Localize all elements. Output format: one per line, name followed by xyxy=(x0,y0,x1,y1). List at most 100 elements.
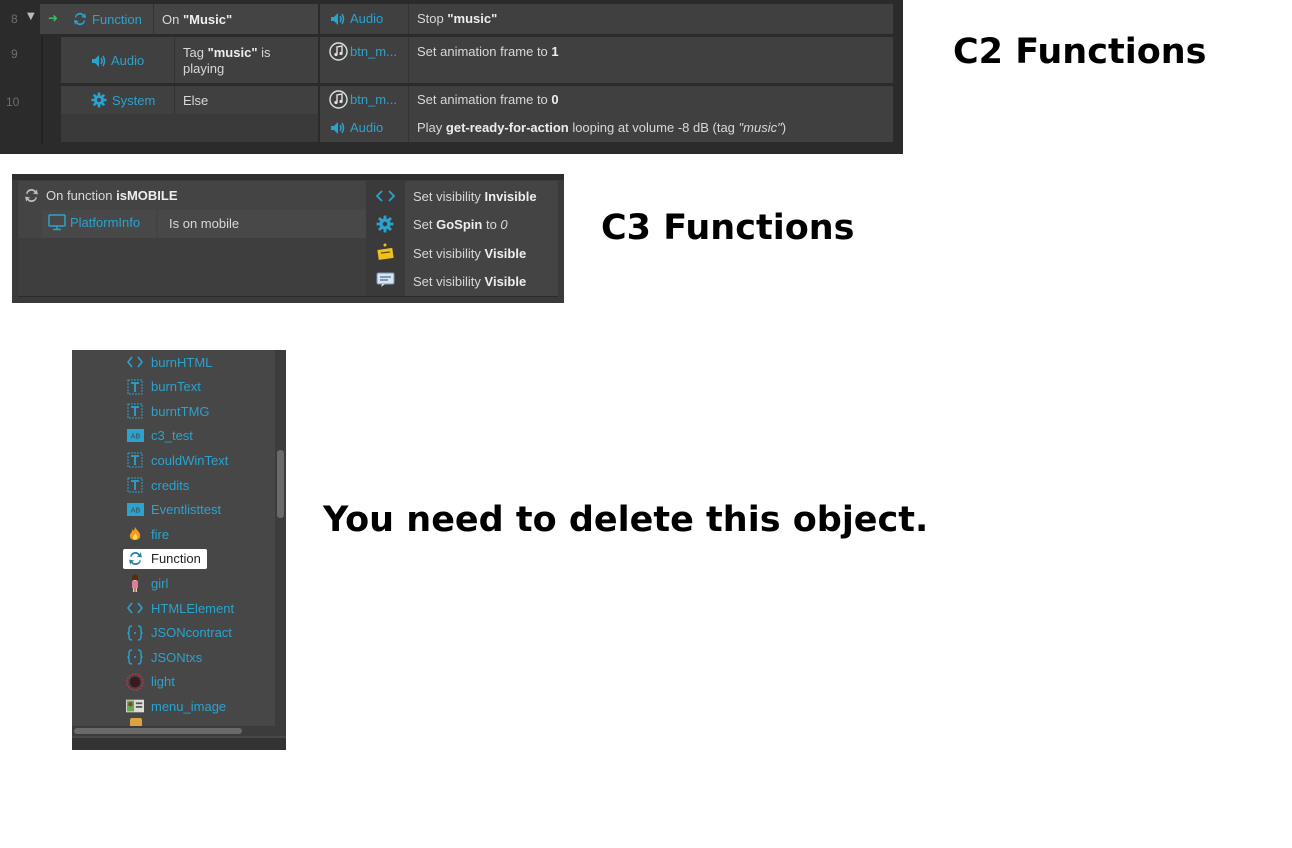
sprite-font-icon: AB xyxy=(126,428,144,444)
tree-item-credits[interactable]: credits xyxy=(126,475,189,495)
trigger-arrow-icon: ➜ xyxy=(48,11,59,25)
event-number: 9 xyxy=(11,47,18,61)
tree-item-burntext[interactable]: burnText xyxy=(126,377,201,397)
cell-divider xyxy=(174,86,175,114)
tree-item-burnttmg[interactable]: burntTMG xyxy=(126,401,210,421)
tree-item-label: Function xyxy=(151,551,201,567)
action-object[interactable]: Audio xyxy=(330,120,383,135)
action-cell xyxy=(320,4,893,34)
tree-item-fire[interactable]: fire xyxy=(126,524,169,544)
tree-item-htmlelement[interactable]: HTMLElement xyxy=(126,598,234,618)
tree-item-label: burnText xyxy=(151,379,201,395)
tree-item-jsoncontract[interactable]: JSONcontract xyxy=(126,623,232,643)
condition-object[interactable]: PlatformInfo xyxy=(48,214,140,231)
speaker-icon xyxy=(331,121,345,134)
tree-item-eventlisttest[interactable]: AB Eventlisttest xyxy=(126,500,221,520)
action-object[interactable]: Audio xyxy=(330,11,383,26)
tree-item-label: menu_image xyxy=(151,698,227,714)
html-element-icon xyxy=(126,600,144,616)
nest-line xyxy=(41,36,43,144)
vertical-scrollbar-thumb[interactable] xyxy=(277,450,284,518)
girl-sprite-icon xyxy=(126,574,144,593)
tree-item-label: fire xyxy=(151,526,170,542)
speaker-icon xyxy=(331,12,345,25)
text-box-icon xyxy=(376,272,395,292)
condition-text[interactable]: Else xyxy=(183,93,208,108)
function-event[interactable]: On function isMOBILE xyxy=(23,187,178,204)
condition-object[interactable]: System xyxy=(91,92,155,108)
tree-item-label: girl xyxy=(151,575,169,591)
condition-object[interactable]: Audio xyxy=(91,53,144,68)
project-tree[interactable]: burnHTML burnText burntTMG AB c3_test couldWi… xyxy=(72,350,286,750)
action-text[interactable]: Stop "music" xyxy=(417,11,497,26)
c2-event-sheet: 8 ▼ ➜ Function On "Music" Audio Stop "mu… xyxy=(0,0,903,154)
tree-item-couldwintext[interactable]: couldWinText xyxy=(126,450,228,470)
music-note-icon xyxy=(329,90,348,109)
action-text[interactable]: Play get-ready-for-action looping at vol… xyxy=(417,120,786,135)
json-icon xyxy=(126,624,144,641)
horizontal-scrollbar-thumb[interactable] xyxy=(74,728,242,734)
fire-icon xyxy=(126,526,144,542)
gear-icon xyxy=(91,92,107,108)
action-text[interactable]: Set animation frame to 0 xyxy=(417,92,559,107)
c3-event-sheet: On function isMOBILE PlatformInfo Is on … xyxy=(12,174,564,303)
tree-item-menu-image[interactable]: menu_image xyxy=(126,696,226,716)
event-number: 10 xyxy=(6,95,20,109)
tree-item-girl[interactable]: girl xyxy=(126,573,168,593)
tree-item-light[interactable]: light xyxy=(126,672,175,692)
monitor-icon xyxy=(48,214,66,231)
tree-item-label: light xyxy=(151,674,175,690)
action-object[interactable]: btn_m... xyxy=(329,42,397,61)
gear-icon xyxy=(376,215,394,237)
cell-divider xyxy=(408,4,409,34)
c2-label: C2 Functions xyxy=(953,32,1207,72)
action-object[interactable]: btn_m... xyxy=(329,90,397,109)
tree-item-label: Eventlisttest xyxy=(151,502,222,518)
condition-text[interactable]: Is on mobile xyxy=(169,216,239,231)
action-text[interactable]: Set visibility Visible xyxy=(413,274,526,289)
speaker-icon xyxy=(92,54,106,67)
tree-item-c3-test[interactable]: AB c3_test xyxy=(126,426,193,446)
condition-text[interactable]: Tag "music" is playing xyxy=(183,45,270,77)
tree-item-label: burntTMG xyxy=(151,403,210,419)
function-icon xyxy=(25,189,38,202)
partial-tree-item-icon xyxy=(130,718,142,726)
tree-item-label: HTMLElement xyxy=(151,600,235,616)
svg-text:AB: AB xyxy=(130,433,140,441)
condition-text[interactable]: On "Music" xyxy=(162,12,232,27)
function-icon xyxy=(74,12,86,26)
tree-item-label: credits xyxy=(151,477,190,493)
condition-object[interactable]: Function xyxy=(72,11,142,27)
tree-item-jsontxs[interactable]: JSONtxs xyxy=(126,647,202,667)
action-text[interactable]: Set visibility Visible xyxy=(413,246,526,261)
delete-note: You need to delete this object. xyxy=(323,500,929,540)
text-icon xyxy=(126,452,144,468)
cell-divider xyxy=(408,86,409,142)
tree-item-function[interactable]: Function xyxy=(123,548,207,569)
text-icon xyxy=(126,379,144,395)
cell-divider xyxy=(174,37,175,83)
sprite-font-icon: AB xyxy=(126,502,144,518)
tree-item-label: JSONtxs xyxy=(151,649,203,665)
cell-divider xyxy=(408,37,409,83)
collapse-arrow-icon[interactable]: ▼ xyxy=(27,11,35,22)
top-bar xyxy=(12,174,564,180)
vertical-scrollbar-track[interactable] xyxy=(275,350,286,728)
text-icon xyxy=(126,477,144,493)
divider xyxy=(18,296,558,297)
html-element-icon xyxy=(126,354,144,370)
tree-item-label: couldWinText xyxy=(151,452,229,468)
function-icon xyxy=(126,551,144,567)
action-text[interactable]: Set visibility Invisible xyxy=(413,189,537,204)
tree-footer xyxy=(72,738,286,750)
tree-item-burnhtml[interactable]: burnHTML xyxy=(126,352,212,372)
json-icon xyxy=(126,649,144,665)
action-text[interactable]: Set GoSpin to 0 xyxy=(413,217,508,232)
action-text[interactable]: Set animation frame to 1 xyxy=(417,44,559,59)
text-icon xyxy=(126,403,144,419)
event-number: 8 xyxy=(11,12,18,26)
tree-item-label: JSONcontract xyxy=(151,625,232,641)
svg-text:AB: AB xyxy=(130,507,140,515)
tree-item-label: burnHTML xyxy=(151,354,213,370)
sprite-icon xyxy=(376,242,395,266)
